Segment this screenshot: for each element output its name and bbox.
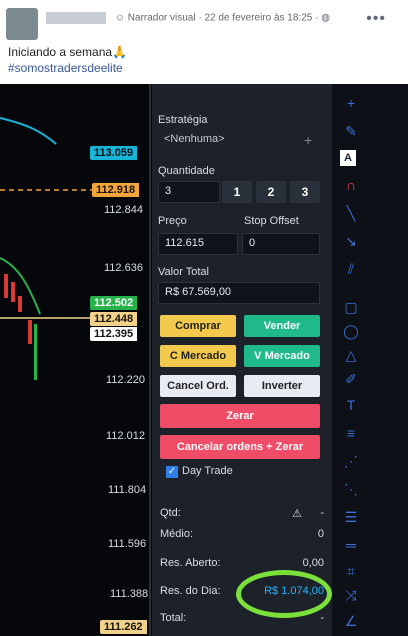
post-text: Iniciando a semana🙏 — [8, 45, 128, 59]
qty-button-2[interactable]: 2 — [256, 181, 286, 203]
day-result-label: Res. do Dia: — [160, 585, 221, 597]
fib-projection-icon[interactable]: ☰ — [340, 506, 362, 528]
total-row-value: - — [320, 612, 324, 624]
day-trade-checkbox[interactable]: ✓ — [166, 466, 178, 478]
globe-icon: ◍ — [321, 12, 330, 24]
price-tag-white: 112.395 — [90, 327, 138, 341]
price-level: 111.804 — [108, 484, 147, 496]
triangle-tool-icon[interactable]: △ — [340, 344, 362, 366]
text-size-icon[interactable]: A — [340, 150, 356, 166]
drawing-toolbar: + ✎ A ∩ ╲ ↘ ⫽ ▢ ◯ △ ✐ T ≡ ⋰ ⋱ ☰ ═ ⌗ ⤨ ∠ — [332, 84, 408, 636]
qtd-value: - — [320, 507, 324, 519]
magnet-icon[interactable]: ∩ — [340, 174, 362, 196]
cancel-and-zero-button[interactable]: Cancelar ordens + Zerar — [160, 435, 320, 459]
price-input[interactable]: 112.615 — [158, 233, 238, 255]
open-result-label: Res. Aberto: — [160, 557, 221, 569]
levels-icon[interactable]: ═ — [340, 534, 362, 556]
avg-value: 0 — [317, 528, 324, 540]
strategy-select[interactable]: <Nenhuma> — [164, 133, 225, 145]
author-name-redacted[interactable] — [46, 12, 106, 24]
result-highlight-circle — [236, 570, 332, 618]
post-date[interactable]: · 22 de fevereiro às 18:25 · — [198, 13, 321, 24]
price-tag-orange: 112.918 — [92, 183, 140, 197]
buy-button[interactable]: Comprar — [160, 315, 236, 337]
price-level: 111.596 — [108, 538, 147, 550]
post-hashtag[interactable]: #somostradersdeelite — [8, 60, 127, 76]
total-value-field: R$ 67.569,00 — [158, 282, 320, 304]
crosshair-icon[interactable]: + — [340, 92, 362, 114]
line-tool-icon[interactable]: ╲ — [340, 202, 362, 224]
price-level: 111.388 — [110, 588, 149, 600]
open-result-row: Res. Aberto: 0,00 — [160, 557, 324, 569]
price-level: 112.844 — [104, 204, 143, 216]
qty-button-1[interactable]: 1 — [222, 181, 252, 203]
measure-icon[interactable]: ⌗ — [340, 560, 362, 582]
pen-tool-icon[interactable]: ✐ — [340, 368, 362, 390]
post-meta: ☺ Narrador visual · 22 de fevereiro às 1… — [46, 12, 330, 24]
fibonacci-icon[interactable]: ≡ — [340, 422, 362, 444]
rectangle-tool-icon[interactable]: ▢ — [340, 296, 362, 318]
day-trade-label: Day Trade — [182, 465, 233, 477]
fib-fan-icon[interactable]: ⋱ — [340, 478, 362, 500]
warning-icon: ⚠ — [292, 508, 302, 520]
order-panel: Estratégia <Nenhuma> + Quantidade 3 1 2 … — [152, 84, 332, 636]
avg-label: Médio: — [160, 528, 194, 540]
channel-tool-icon[interactable]: ⫽ — [340, 258, 362, 280]
price-tag-cyan: 113.059 — [90, 146, 138, 160]
buy-market-button[interactable]: C Mercado — [160, 345, 236, 367]
strategy-label: Estratégia — [158, 114, 208, 126]
text-tool-icon[interactable]: T — [340, 394, 362, 416]
cancel-orders-button[interactable]: Cancel Ord. — [160, 375, 236, 397]
accessibility-icon: ☺ — [114, 12, 125, 24]
trading-screen-photo: 112.844 112.636 112.220 112.012 111.804 … — [0, 84, 408, 636]
quantity-label: Quantidade — [158, 165, 215, 177]
total-row-label: Total: — [160, 612, 187, 624]
author-suffix[interactable]: Narrador visual — [128, 13, 196, 24]
sell-button[interactable]: Vender — [244, 315, 320, 337]
price-tag-yellow: 112.448 — [90, 312, 138, 326]
ray-tool-icon[interactable]: ↘ — [340, 230, 362, 252]
stop-offset-label: Stop Offset — [244, 215, 299, 227]
open-result-value: 0,00 — [302, 557, 324, 569]
stop-offset-input[interactable]: 0 — [242, 233, 320, 255]
fib-channel-icon[interactable]: ⋰ — [340, 450, 362, 472]
price-chart — [0, 84, 151, 636]
invert-button[interactable]: Inverter — [244, 375, 320, 397]
qty-button-3[interactable]: 3 — [290, 181, 320, 203]
price-tag-bottom: 111.262 — [100, 620, 147, 634]
zero-button[interactable]: Zerar — [160, 404, 320, 428]
sell-market-button[interactable]: V Mercado — [244, 345, 320, 367]
qtd-row: Qtd: ⚠ - — [160, 507, 324, 520]
total-value-label: Valor Total — [158, 266, 209, 278]
price-label: Preço — [158, 215, 187, 227]
angle-icon[interactable]: ∠ — [340, 610, 362, 632]
avg-row: Médio: 0 — [160, 528, 324, 540]
avatar[interactable] — [6, 8, 38, 40]
pattern-icon[interactable]: ⤨ — [340, 584, 362, 606]
post-body: Iniciando a semana🙏 #somostradersdeelite — [8, 44, 127, 76]
post-header: ☺ Narrador visual · 22 de fevereiro às 1… — [0, 0, 408, 84]
edit-icon[interactable]: ✎ — [340, 120, 362, 142]
price-level: 112.220 — [106, 374, 145, 386]
quantity-input[interactable]: 3 — [158, 181, 220, 203]
more-options-icon[interactable]: ••• — [366, 10, 386, 28]
ellipse-tool-icon[interactable]: ◯ — [340, 320, 362, 342]
add-strategy-icon[interactable]: + — [304, 132, 312, 148]
qtd-label: Qtd: — [160, 507, 181, 519]
price-level: 112.636 — [104, 262, 143, 274]
price-tag-green: 112.502 — [90, 296, 138, 310]
price-level: 112.012 — [106, 430, 145, 442]
